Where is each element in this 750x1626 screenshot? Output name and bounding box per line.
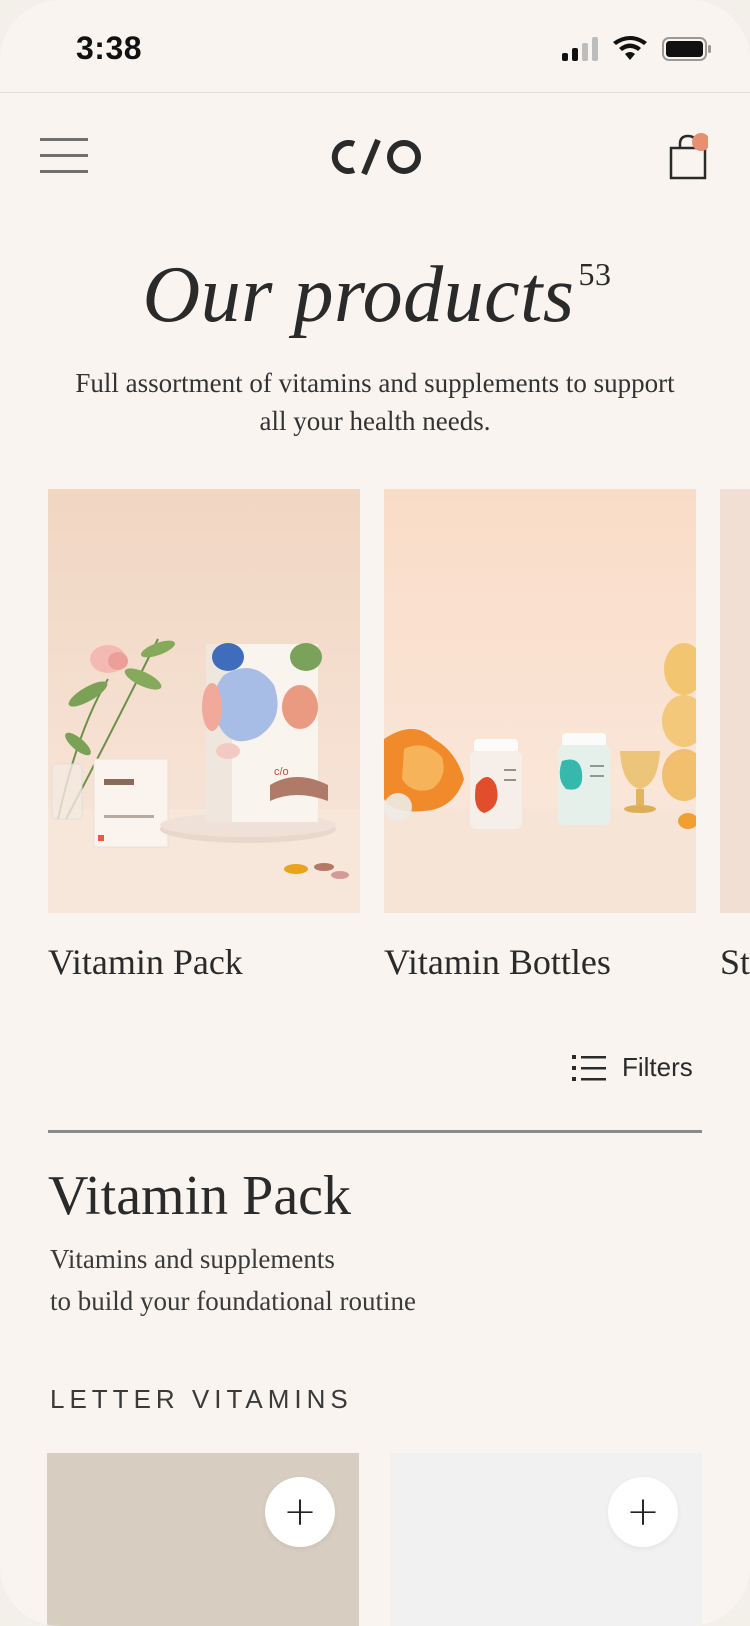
section-title: Vitamin Pack xyxy=(48,1165,352,1227)
add-to-cart-button[interactable]: + xyxy=(265,1477,335,1547)
battery-icon xyxy=(662,37,711,61)
section-description-line2: to build your foundational routine xyxy=(50,1286,416,1316)
subsection-label: LETTER VITAMINS xyxy=(50,1384,353,1414)
status-time: 3:38 xyxy=(76,30,143,66)
category-card-vitamin-bottles[interactable]: Vitamin Bottles xyxy=(384,489,696,983)
list-filter-icon xyxy=(572,1054,606,1081)
brand-logo[interactable] xyxy=(320,132,430,182)
category-label: Vitamin Bottles xyxy=(384,942,611,982)
wifi-icon xyxy=(613,36,647,60)
category-label: St xyxy=(720,942,750,982)
product-card[interactable]: + xyxy=(47,1453,359,1626)
page-title-text: Our products xyxy=(142,251,575,339)
product-card[interactable]: + xyxy=(390,1453,702,1626)
category-image-vitamin-bottles xyxy=(384,489,696,913)
category-label: Vitamin Pack xyxy=(48,942,243,982)
plus-icon: + xyxy=(626,1489,660,1535)
cellular-signal-icon xyxy=(562,37,598,61)
shopping-bag-icon[interactable] xyxy=(668,132,708,182)
add-to-cart-button[interactable]: + xyxy=(608,1477,678,1547)
status-icons xyxy=(562,36,712,62)
svg-text:c/o: c/o xyxy=(274,766,289,778)
hamburger-menu-icon[interactable] xyxy=(40,138,88,174)
filters-label: Filters xyxy=(622,1052,693,1082)
status-bar: 3:38 xyxy=(0,0,750,93)
category-image-vitamin-pack: c/o xyxy=(48,489,360,913)
category-image-third xyxy=(720,489,750,913)
page-subtitle: Full assortment of vitamins and suppleme… xyxy=(75,368,675,436)
category-card-third[interactable]: St xyxy=(720,489,750,983)
category-card-vitamin-pack[interactable]: c/o Vitamin Pack xyxy=(48,489,360,983)
category-carousel[interactable]: c/o Vitamin Pack Vitamin Bottles St xyxy=(48,489,750,999)
filters-button[interactable]: Filters xyxy=(572,1052,693,1083)
product-count: 53 xyxy=(578,256,612,292)
section-description-line1: Vitamins and supplements xyxy=(50,1244,335,1274)
top-navigation-bar xyxy=(0,92,750,222)
phone-screen: 3:38 Our products 53 Full assortment of … xyxy=(0,0,750,1626)
section-divider xyxy=(48,1130,702,1133)
page-title: Our products 53 xyxy=(0,250,750,341)
plus-icon: + xyxy=(283,1489,317,1535)
section-description: Vitamins and supplements to build your f… xyxy=(50,1238,550,1322)
